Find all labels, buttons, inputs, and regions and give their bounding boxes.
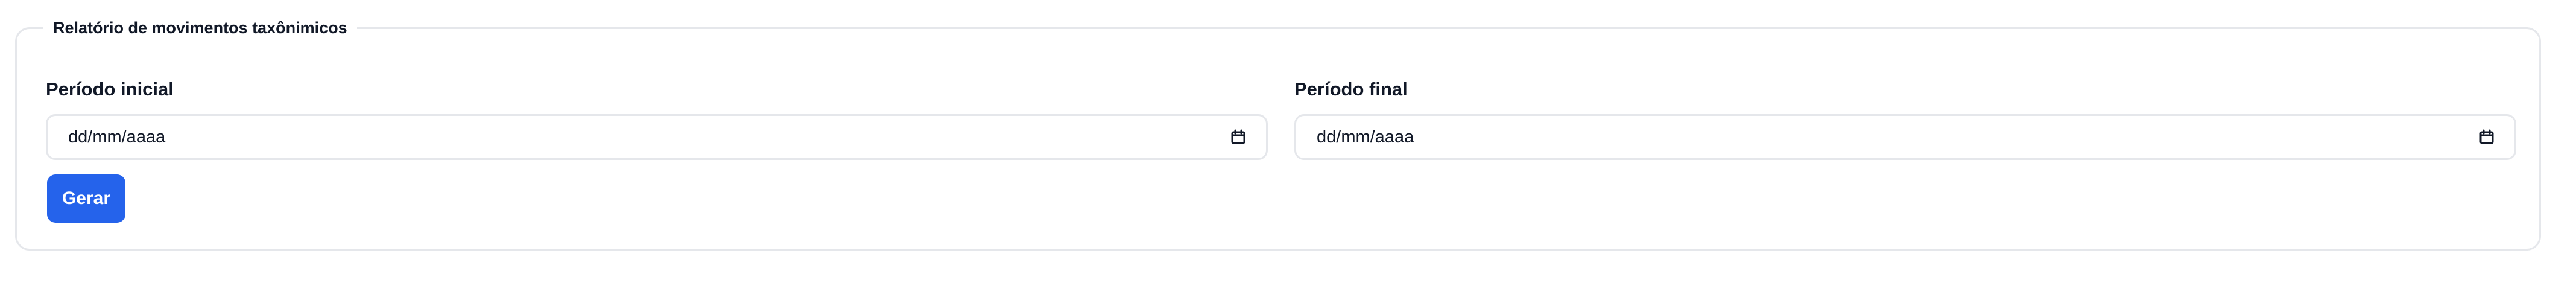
calendar-icon[interactable] — [1229, 127, 1248, 147]
end-period-value: dd/mm/aaaa — [1317, 127, 1414, 147]
start-period-label: Período inicial — [46, 78, 174, 100]
end-period-input[interactable]: dd/mm/aaaa — [1294, 114, 2516, 160]
start-period-input[interactable]: dd/mm/aaaa — [46, 114, 1268, 160]
start-period-value: dd/mm/aaaa — [68, 127, 166, 147]
calendar-icon[interactable] — [2477, 127, 2496, 147]
generate-button[interactable]: Gerar — [47, 174, 125, 223]
report-title: Relatório de movimentos taxônimicos — [43, 16, 357, 40]
report-fieldset: Relatório de movimentos taxônimicos Perí… — [15, 16, 2541, 251]
end-period-label: Período final — [1294, 78, 1408, 100]
